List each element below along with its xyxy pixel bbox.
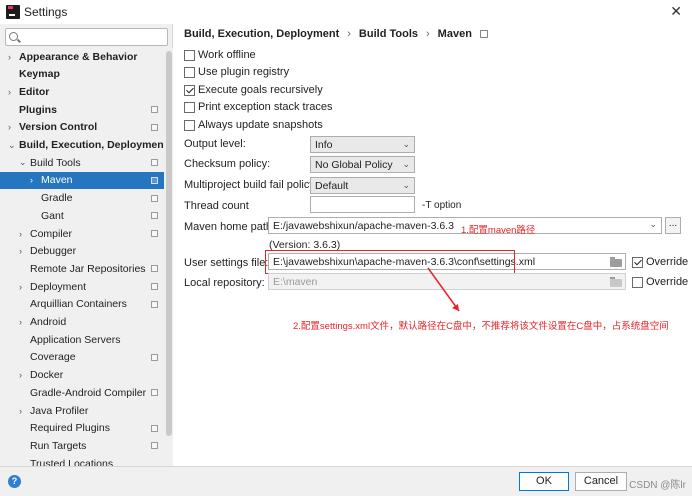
project-config-icon: [151, 230, 158, 237]
ok-button[interactable]: OK: [519, 472, 569, 491]
title-bar: Settings ✕: [0, 0, 692, 24]
intellij-logo-icon: [6, 5, 20, 19]
close-icon[interactable]: ✕: [670, 3, 682, 20]
project-config-icon: [151, 300, 158, 308]
sidebar-item-deployment[interactable]: › Deployment: [0, 278, 164, 295]
sidebar-item-docker[interactable]: › Docker: [0, 367, 164, 384]
sidebar-item-application-servers[interactable]: Application Servers: [0, 331, 164, 348]
chevron-right-icon[interactable]: ›: [19, 370, 22, 380]
chevron-right-icon[interactable]: ›: [19, 246, 22, 256]
sidebar-item-label: Gant: [41, 209, 64, 222]
chevron-right-icon[interactable]: ›: [19, 317, 22, 327]
annotation-settings-file: 2.配置settings.xml文件，默认路径在C盘中，不推荐将该文件设置在C盘…: [293, 321, 669, 332]
sidebar-item-label: Plugins: [19, 103, 57, 116]
maven-settings-panel: Build, Execution, Deployment › Build Too…: [173, 24, 692, 466]
sidebar-item-arquillian-containers[interactable]: Arquillian Containers: [0, 296, 164, 313]
search-icon: [9, 32, 18, 41]
project-config-icon: [151, 106, 158, 114]
sidebar-item-label: Maven: [41, 174, 73, 187]
annotation-arrow: [427, 267, 460, 312]
sidebar-item-compiler[interactable]: › Compiler: [0, 225, 164, 242]
chevron-down-icon[interactable]: ⌄: [8, 140, 16, 151]
search-box[interactable]: [5, 28, 168, 46]
project-config-icon: [151, 424, 158, 432]
window-title: Settings: [24, 5, 68, 19]
sidebar-item-label: Required Plugins: [30, 422, 110, 435]
sidebar-item-android[interactable]: › Android: [0, 314, 164, 331]
sidebar-item-label: Build Tools: [30, 156, 81, 169]
project-config-icon: [151, 389, 158, 397]
sidebar-item-java-profiler[interactable]: › Java Profiler: [0, 402, 164, 419]
sidebar-item-label: Java Profiler: [30, 404, 89, 417]
chevron-right-icon[interactable]: ›: [19, 229, 22, 239]
sidebar-item-appearance-behavior[interactable]: › Appearance & Behavior: [0, 48, 164, 65]
sidebar-scrollbar-thumb[interactable]: [166, 51, 172, 436]
sidebar-item-gant[interactable]: Gant: [0, 207, 164, 224]
sidebar-item-build-execution-deployment[interactable]: ⌄ Build, Execution, Deployment: [0, 137, 168, 154]
cancel-button[interactable]: Cancel: [575, 472, 627, 491]
chevron-right-icon[interactable]: ›: [19, 406, 22, 416]
chevron-right-icon[interactable]: ›: [8, 122, 11, 132]
dialog-footer: ? OK Cancel CSDN @陈lr: [0, 466, 692, 496]
sidebar-item-label: Arquillian Containers: [30, 298, 127, 311]
sidebar-item-maven[interactable]: › Maven: [0, 171, 164, 189]
sidebar-item-keymap[interactable]: Keymap: [0, 66, 164, 83]
chevron-right-icon[interactable]: ›: [8, 87, 11, 97]
sidebar-item-plugins[interactable]: Plugins: [0, 101, 164, 118]
sidebar-item-gradle-android-compiler[interactable]: Gradle-Android Compiler: [0, 384, 164, 401]
project-config-icon: [151, 442, 158, 450]
sidebar-item-label: Deployment: [30, 280, 87, 293]
sidebar-item-remote-jar-repositories[interactable]: Remote Jar Repositories: [0, 260, 164, 277]
help-icon[interactable]: ?: [8, 475, 21, 488]
sidebar-item-label: Editor: [19, 85, 50, 98]
settings-sidebar: › Appearance & Behavior Keymap › Editor Plugi…: [0, 24, 173, 470]
project-config-icon: [151, 159, 158, 167]
sidebar-item-label: Run Targets: [30, 439, 87, 452]
watermark-text: CSDN @陈lr: [629, 480, 686, 491]
chevron-right-icon[interactable]: ›: [19, 282, 22, 292]
sidebar-item-label: Appearance & Behavior: [19, 50, 138, 63]
sidebar-item-label: Compiler: [30, 227, 73, 240]
chevron-down-icon[interactable]: ⌄: [19, 157, 27, 168]
sidebar-item-label: Gradle: [41, 192, 73, 205]
sidebar-item-debugger[interactable]: › Debugger: [0, 243, 164, 260]
sidebar-item-build-tools[interactable]: ⌄ Build Tools: [0, 154, 164, 171]
sidebar-item-label: Build, Execution, Deployment: [19, 139, 168, 151]
project-config-icon: [151, 123, 158, 131]
chevron-right-icon[interactable]: ›: [8, 52, 11, 62]
search-input[interactable]: [22, 30, 162, 44]
sidebar-item-label: Version Control: [19, 121, 98, 134]
sidebar-item-version-control[interactable]: › Version Control: [0, 119, 164, 136]
project-config-icon: [151, 176, 158, 184]
sidebar-item-label: Remote Jar Repositories: [30, 262, 146, 275]
sidebar-item-coverage[interactable]: Coverage: [0, 349, 164, 366]
project-config-icon: [151, 353, 158, 361]
sidebar-item-label: Application Servers: [30, 333, 121, 346]
sidebar-item-label: Keymap: [19, 68, 60, 81]
sidebar-item-gradle[interactable]: Gradle: [0, 190, 164, 207]
sidebar-item-label: Debugger: [30, 245, 77, 258]
project-config-icon: [151, 283, 158, 291]
sidebar-item-label: Docker: [30, 369, 64, 382]
sidebar-item-run-targets[interactable]: Run Targets: [0, 437, 164, 454]
sidebar-item-label: Android: [30, 316, 67, 328]
project-config-icon: [151, 212, 158, 220]
project-config-icon: [151, 194, 158, 202]
chevron-right-icon[interactable]: ›: [30, 175, 33, 185]
sidebar-item-required-plugins[interactable]: Required Plugins: [0, 420, 164, 437]
sidebar-item-label: Coverage: [30, 351, 76, 364]
sidebar-item-label: Gradle-Android Compiler: [30, 386, 147, 399]
sidebar-item-editor[interactable]: › Editor: [0, 83, 164, 100]
project-config-icon: [151, 265, 158, 273]
